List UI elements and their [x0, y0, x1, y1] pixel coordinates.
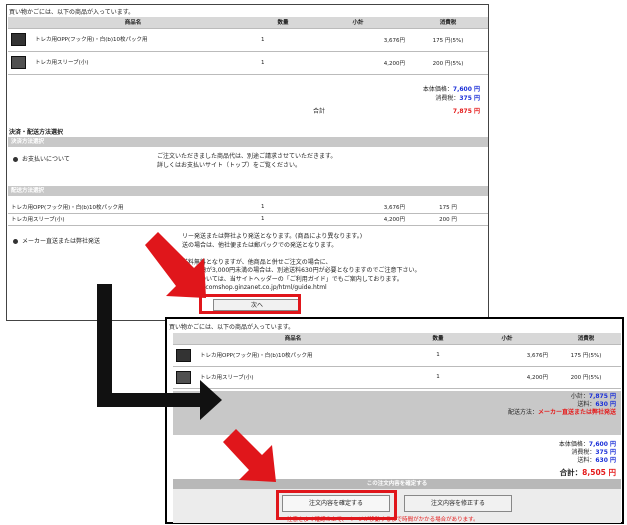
product-thumbnail — [176, 348, 191, 362]
total-value: 7,875 円 — [452, 108, 480, 115]
next-button-highlight — [199, 294, 301, 314]
ship-item-name: トレカ用OPP(フック用)・白(b)10枚パック用 — [8, 201, 258, 214]
table-row: トレカ用OPP(フック用)・白(b)10枚パック用 1 3,676円 175 円… — [8, 28, 488, 52]
product-tax: 200 円(5%) — [408, 51, 488, 75]
col-tax: 消費税 — [408, 17, 488, 29]
settlement-title: 決済・配送方法選択 — [9, 129, 64, 136]
cart-table: 商品名 数量 小計 消費税 トレカ用OPP(フック用)・白(b)10枚パック用 … — [173, 333, 621, 389]
product-subtotal: 3,676円 — [463, 344, 551, 367]
payment-note-2: 詳しくはお支払いサイト（トップ）をご覧ください。 — [157, 162, 302, 169]
ship-item-tax: 175 円 — [408, 201, 488, 214]
product-name[interactable]: トレカ用スリーブ(小) — [35, 60, 88, 66]
product-tax: 175 円(5%) — [408, 28, 488, 52]
subtotal-label: 小計： — [570, 393, 589, 400]
product-name[interactable]: トレカ用スリーブ(小) — [200, 375, 253, 381]
col-subtotal: 小計 — [463, 333, 551, 345]
ship-note-3: 送料無料となりますが、他商品と併せご注文の場合に、 — [182, 258, 332, 266]
method-label: 配送方法： — [507, 409, 538, 416]
fee-value: 630 円 — [595, 457, 616, 464]
confirm-button-highlight — [276, 490, 397, 520]
confirm-section-bar: この注文内容を確定する — [173, 479, 621, 489]
product-name[interactable]: トレカ用OPP(フック用)・白(b)10枚パック用 — [35, 37, 148, 43]
col-product: 商品名 — [8, 17, 258, 29]
product-subtotal: 3,676円 — [308, 28, 408, 52]
payment-option[interactable]: お支払いについて — [13, 154, 70, 163]
price-summary: 本体価格：7,600 円 消費税：375 円 — [423, 84, 480, 102]
tax-label: 消費税： — [571, 449, 596, 456]
table-row: トレカ用スリーブ(小) 1 4,200円 200 円(5%) — [173, 366, 621, 389]
product-thumbnail — [176, 370, 191, 384]
cart-table: 商品名 数量 小計 消費税 トレカ用OPP(フック用)・白(b)10枚パック用 … — [8, 17, 488, 75]
radio-icon[interactable] — [13, 157, 18, 162]
table-row: トレカ用OPP(フック用)・白(b)10枚パック用 1 3,676円 175 円 — [8, 201, 488, 214]
ship-item-subtotal: 3,676円 — [308, 201, 408, 214]
price-summary: 本体価格：7,600 円 消費税：375 円 送料：630 円 — [559, 441, 616, 465]
ship-note-2: 送の場合は、他社便または郵パックでの発送となります。 — [182, 241, 338, 249]
product-tax: 175 円(5%) — [551, 344, 621, 367]
grand-total: 合計：8,505 円 — [560, 467, 616, 478]
col-qty: 数量 — [413, 333, 463, 345]
tax-value: 375 円 — [595, 449, 616, 456]
shipping-table: トレカ用OPP(フック用)・白(b)10枚パック用 1 3,676円 175 円… — [8, 201, 488, 226]
price-value: 7,600 円 — [588, 441, 616, 448]
table-row: トレカ用スリーブ(小) 1 4,200円 200 円 — [8, 213, 488, 226]
ship-note-4: 請求金額が3,000円未満の場合は、別途送料630円が必要となりますのでご注意下… — [182, 267, 421, 274]
col-subtotal: 小計 — [308, 17, 408, 29]
cart-caption: 買い物かごには、以下の商品が入っています。 — [9, 9, 135, 16]
ship-note-5: 配送については、当サイトヘッダーの「ご利用ガイド」でもご案内しております。 — [182, 275, 403, 283]
payment-note: ご注文いただきました商品代は、別途ご請求させていただきます。 詳しくはお支払いサ… — [157, 152, 336, 170]
product-subtotal: 4,200円 — [308, 51, 408, 75]
product-thumbnail — [11, 56, 26, 69]
product-thumbnail — [11, 33, 26, 46]
ship-item-subtotal: 4,200円 — [308, 213, 408, 226]
radio-icon[interactable] — [13, 239, 18, 244]
table-row: トレカ用スリーブ(小) 1 4,200円 200 円(5%) — [8, 51, 488, 75]
payment-note-1: ご注文いただきました商品代は、別途ご請求させていただきます。 — [157, 153, 337, 160]
shipping-label: 送料： — [577, 401, 596, 408]
ship-item-qty: 1 — [258, 201, 308, 214]
shipping-section-bar: 配送方法選択 — [8, 186, 488, 196]
total-value: 8,505 円 — [582, 468, 616, 477]
col-qty: 数量 — [258, 17, 308, 29]
product-qty: 1 — [258, 28, 308, 52]
product-qty: 1 — [413, 366, 463, 389]
cart-caption: 買い物かごには、以下の商品が入っています。 — [169, 324, 295, 331]
payment-option-label: お支払いについて — [22, 156, 70, 163]
col-tax: 消費税 — [551, 333, 621, 345]
modify-order-button[interactable]: 注文内容を修正する — [404, 495, 512, 512]
fee-label: 送料： — [577, 457, 596, 464]
col-product: 商品名 — [173, 333, 413, 345]
method-value: メーカー直送または弊社発送 — [537, 409, 616, 416]
product-name[interactable]: トレカ用OPP(フック用)・白(b)10枚パック用 — [200, 353, 313, 359]
ship-item-qty: 1 — [258, 213, 308, 226]
price-label: 本体価格： — [558, 441, 589, 448]
ship-item-tax: 200 円 — [408, 213, 488, 226]
shipping-summary: 小計：7,875 円 送料：630 円 配送方法：メーカー直送または弊社発送 — [508, 393, 616, 417]
table-row: トレカ用OPP(フック用)・白(b)10枚パック用 1 3,676円 175 円… — [173, 344, 621, 367]
ship-note: リー発送または弊社より発送となります。(商品により異なります。) 送の場合は、他… — [182, 233, 420, 293]
ship-item-name: トレカ用スリーブ(小) — [8, 213, 258, 226]
product-qty: 1 — [258, 51, 308, 75]
tax-value: 375 円 — [459, 95, 480, 102]
ship-option-label: メーカー直送または弊社発送 — [22, 238, 101, 245]
ship-option[interactable]: メーカー直送または弊社発送 — [13, 236, 100, 245]
total-label: 合計： — [559, 468, 583, 477]
price-label: 本体価格： — [422, 86, 453, 93]
payment-section-bar: 決済方法選択 — [8, 137, 488, 147]
product-subtotal: 4,200円 — [463, 366, 551, 389]
guide-link[interactable]: →http://comshop.ginzanet.co.jp/html/guid… — [182, 284, 327, 291]
cart-panel-step1: 買い物かごには、以下の商品が入っています。 商品名 数量 小計 消費税 トレカ用… — [6, 4, 489, 321]
product-tax: 200 円(5%) — [551, 366, 621, 389]
product-qty: 1 — [413, 344, 463, 367]
shipping-value: 630 円 — [595, 401, 616, 408]
subtotal-value: 7,875 円 — [588, 393, 616, 400]
tax-label: 消費税： — [435, 95, 460, 102]
ship-note-1: リー発送または弊社より発送となります。(商品により異なります。) — [182, 233, 363, 240]
price-value: 7,600 円 — [452, 86, 480, 93]
total-label: 合計 — [313, 108, 326, 115]
